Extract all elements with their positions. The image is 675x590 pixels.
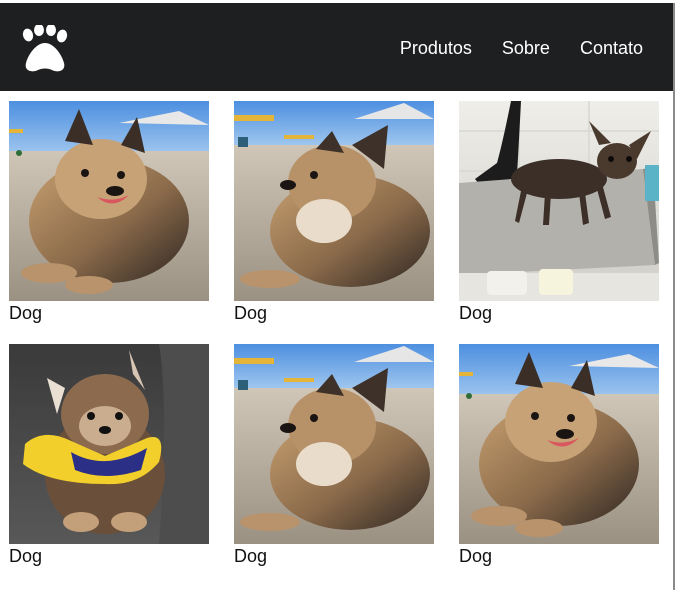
card-caption: Dog xyxy=(234,546,268,566)
gallery-card[interactable]: Dog xyxy=(459,101,659,323)
pomeranian-beach-side-photo[interactable] xyxy=(234,101,434,301)
gallery-card[interactable]: Dog xyxy=(9,344,209,566)
card-caption: Dog xyxy=(9,303,43,323)
gallery-card[interactable]: Dog xyxy=(234,101,434,323)
wet-chihuahua-grooming-table-photo[interactable] xyxy=(459,101,659,301)
nav-link-sobre[interactable]: Sobre xyxy=(502,38,550,59)
pomeranian-beach-smiling-photo[interactable] xyxy=(9,101,209,301)
card-caption: Dog xyxy=(234,303,268,323)
card-caption: Dog xyxy=(459,303,493,323)
paw-icon[interactable] xyxy=(18,24,70,73)
nav-link-contato[interactable]: Contato xyxy=(580,38,643,59)
pomeranian-yellow-jacket-sofa-photo[interactable] xyxy=(9,344,209,544)
navbar: Produtos Sobre Contato xyxy=(0,3,675,91)
pomeranian-beach-side-photo[interactable] xyxy=(234,344,434,544)
nav-links: Produtos Sobre Contato xyxy=(400,38,643,59)
nav-link-produtos[interactable]: Produtos xyxy=(400,38,472,59)
card-caption: Dog xyxy=(9,546,43,566)
gallery-card[interactable]: Dog xyxy=(234,344,434,566)
pomeranian-beach-smiling-photo[interactable] xyxy=(459,344,659,544)
gallery-card[interactable]: Dog xyxy=(9,101,209,323)
card-caption: Dog xyxy=(459,546,493,566)
gallery-card[interactable]: Dog xyxy=(459,344,659,566)
